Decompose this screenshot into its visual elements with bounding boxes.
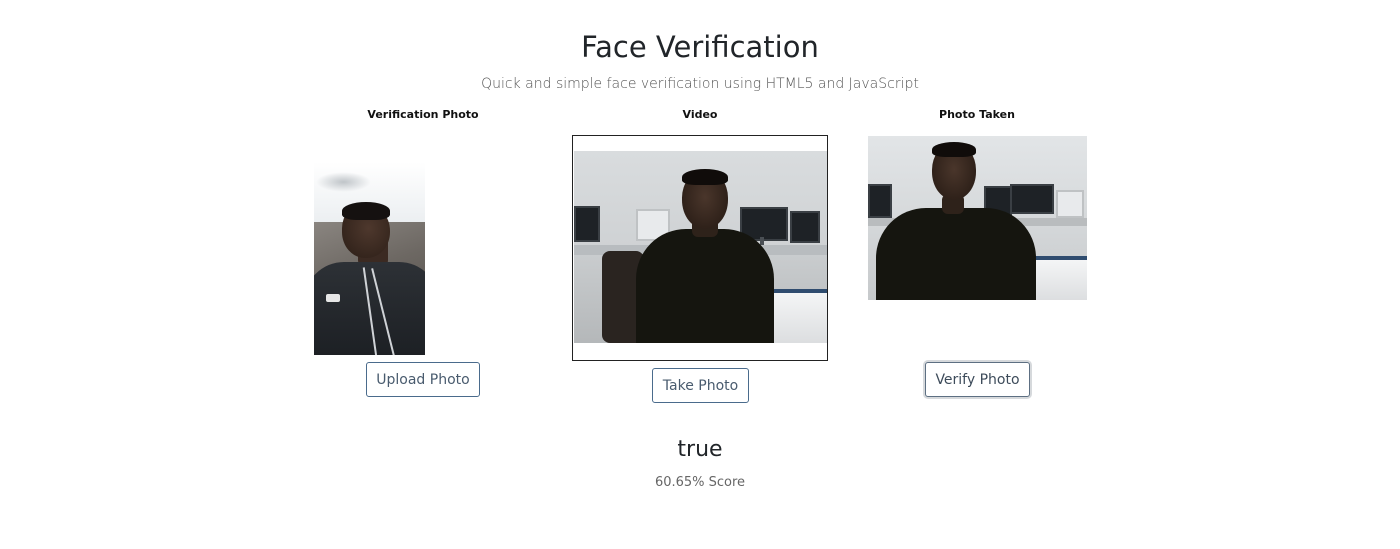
verification-result: true (677, 437, 723, 462)
captured-photo (868, 136, 1087, 300)
video-feed (572, 135, 828, 361)
photo-taken-label: Photo Taken (939, 108, 1015, 121)
verification-photo (314, 162, 425, 355)
page: Face Verification Quick and simple face … (0, 0, 1400, 549)
page-title: Face Verification (581, 30, 819, 64)
take-photo-button[interactable]: Take Photo (652, 368, 749, 403)
page-subtitle: Quick and simple face verification using… (481, 76, 919, 92)
verify-photo-button[interactable]: Verify Photo (925, 362, 1030, 397)
upload-photo-button[interactable]: Upload Photo (366, 362, 480, 397)
verification-score: 60.65% Score (654, 475, 746, 490)
verification-photo-label: Verification Photo (367, 108, 479, 121)
video-label: Video (682, 108, 718, 121)
